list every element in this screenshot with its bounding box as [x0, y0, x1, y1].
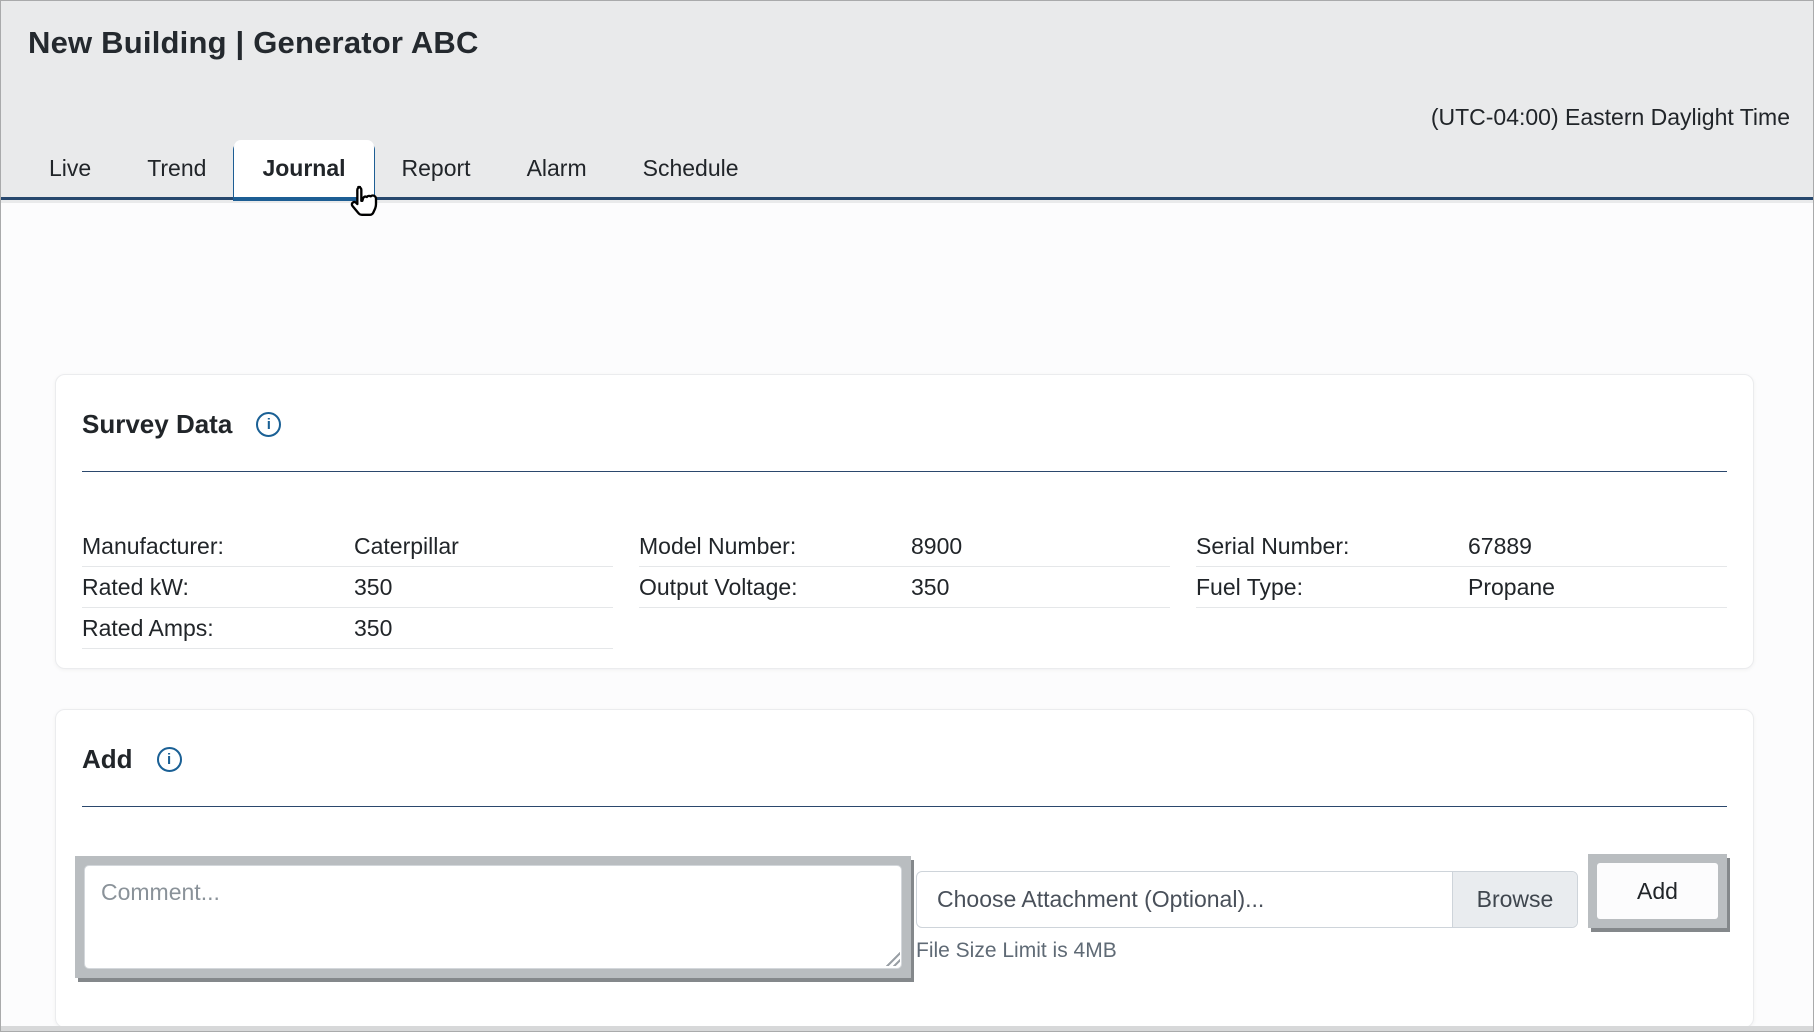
card-divider: [82, 806, 1727, 807]
field-value: 350: [354, 574, 392, 601]
add-card-title: Add: [82, 744, 133, 775]
window-bottom-edge: [1, 1026, 1813, 1031]
survey-data-card: Survey Data i Manufacturer: Caterpillar …: [55, 374, 1754, 669]
survey-column-3: Serial Number: 67889 Fuel Type: Propane: [1196, 526, 1727, 649]
field-label: Rated kW:: [82, 574, 354, 601]
field-label: Model Number:: [639, 533, 911, 560]
survey-fields: Manufacturer: Caterpillar Rated kW: 350 …: [82, 526, 1727, 649]
add-journal-card: Add i Choose Attachment (Optional)... Br…: [55, 709, 1754, 1028]
field-value: 350: [911, 574, 949, 601]
survey-column-1: Manufacturer: Caterpillar Rated kW: 350 …: [82, 526, 613, 649]
comment-highlight-frame: [75, 856, 911, 978]
browse-button[interactable]: Browse: [1452, 872, 1577, 927]
info-icon[interactable]: i: [256, 412, 281, 437]
tab-report[interactable]: Report: [374, 140, 499, 197]
comment-input[interactable]: [84, 865, 902, 969]
journal-tab-content: Survey Data i Manufacturer: Caterpillar …: [1, 203, 1813, 1031]
info-icon[interactable]: i: [157, 747, 182, 772]
page-title: New Building | Generator ABC: [28, 25, 479, 61]
field-value: Caterpillar: [354, 533, 459, 560]
timezone-label: (UTC-04:00) Eastern Daylight Time: [1431, 104, 1790, 131]
tab-live[interactable]: Live: [21, 140, 119, 197]
field-rated-amps: Rated Amps: 350: [82, 608, 613, 649]
field-model-number: Model Number: 8900: [639, 526, 1170, 567]
field-label: Fuel Type:: [1196, 574, 1468, 601]
field-manufacturer: Manufacturer: Caterpillar: [82, 526, 613, 567]
card-divider: [82, 471, 1727, 472]
hand-cursor-icon: [343, 182, 383, 229]
file-size-hint: File Size Limit is 4MB: [916, 939, 1578, 963]
attachment-placeholder: Choose Attachment (Optional)...: [917, 872, 1452, 927]
field-value: 8900: [911, 533, 962, 560]
field-fuel-type: Fuel Type: Propane: [1196, 567, 1727, 608]
add-button-highlight-frame: Add: [1588, 854, 1727, 928]
field-label: Manufacturer:: [82, 533, 354, 560]
field-serial-number: Serial Number: 67889: [1196, 526, 1727, 567]
field-value: 67889: [1468, 533, 1532, 560]
attachment-file-input[interactable]: Choose Attachment (Optional)... Browse: [916, 871, 1578, 928]
field-label: Rated Amps:: [82, 615, 354, 642]
tab-bar: Live Trend Journal Report Alarm Schedule: [1, 140, 1813, 200]
field-value: Propane: [1468, 574, 1555, 601]
tab-schedule[interactable]: Schedule: [615, 140, 767, 197]
field-value: 350: [354, 615, 392, 642]
add-form-row: Choose Attachment (Optional)... Browse F…: [82, 856, 1727, 978]
add-button[interactable]: Add: [1597, 863, 1718, 919]
survey-column-2: Model Number: 8900 Output Voltage: 350: [639, 526, 1170, 649]
app-window: New Building | Generator ABC (UTC-04:00)…: [0, 0, 1814, 1032]
field-output-voltage: Output Voltage: 350: [639, 567, 1170, 608]
survey-data-title: Survey Data: [82, 409, 232, 440]
field-label: Serial Number:: [1196, 533, 1468, 560]
field-label: Output Voltage:: [639, 574, 911, 601]
tab-trend[interactable]: Trend: [119, 140, 234, 197]
attachment-group: Choose Attachment (Optional)... Browse F…: [916, 871, 1578, 963]
field-rated-kw: Rated kW: 350: [82, 567, 613, 608]
tab-alarm[interactable]: Alarm: [499, 140, 615, 197]
